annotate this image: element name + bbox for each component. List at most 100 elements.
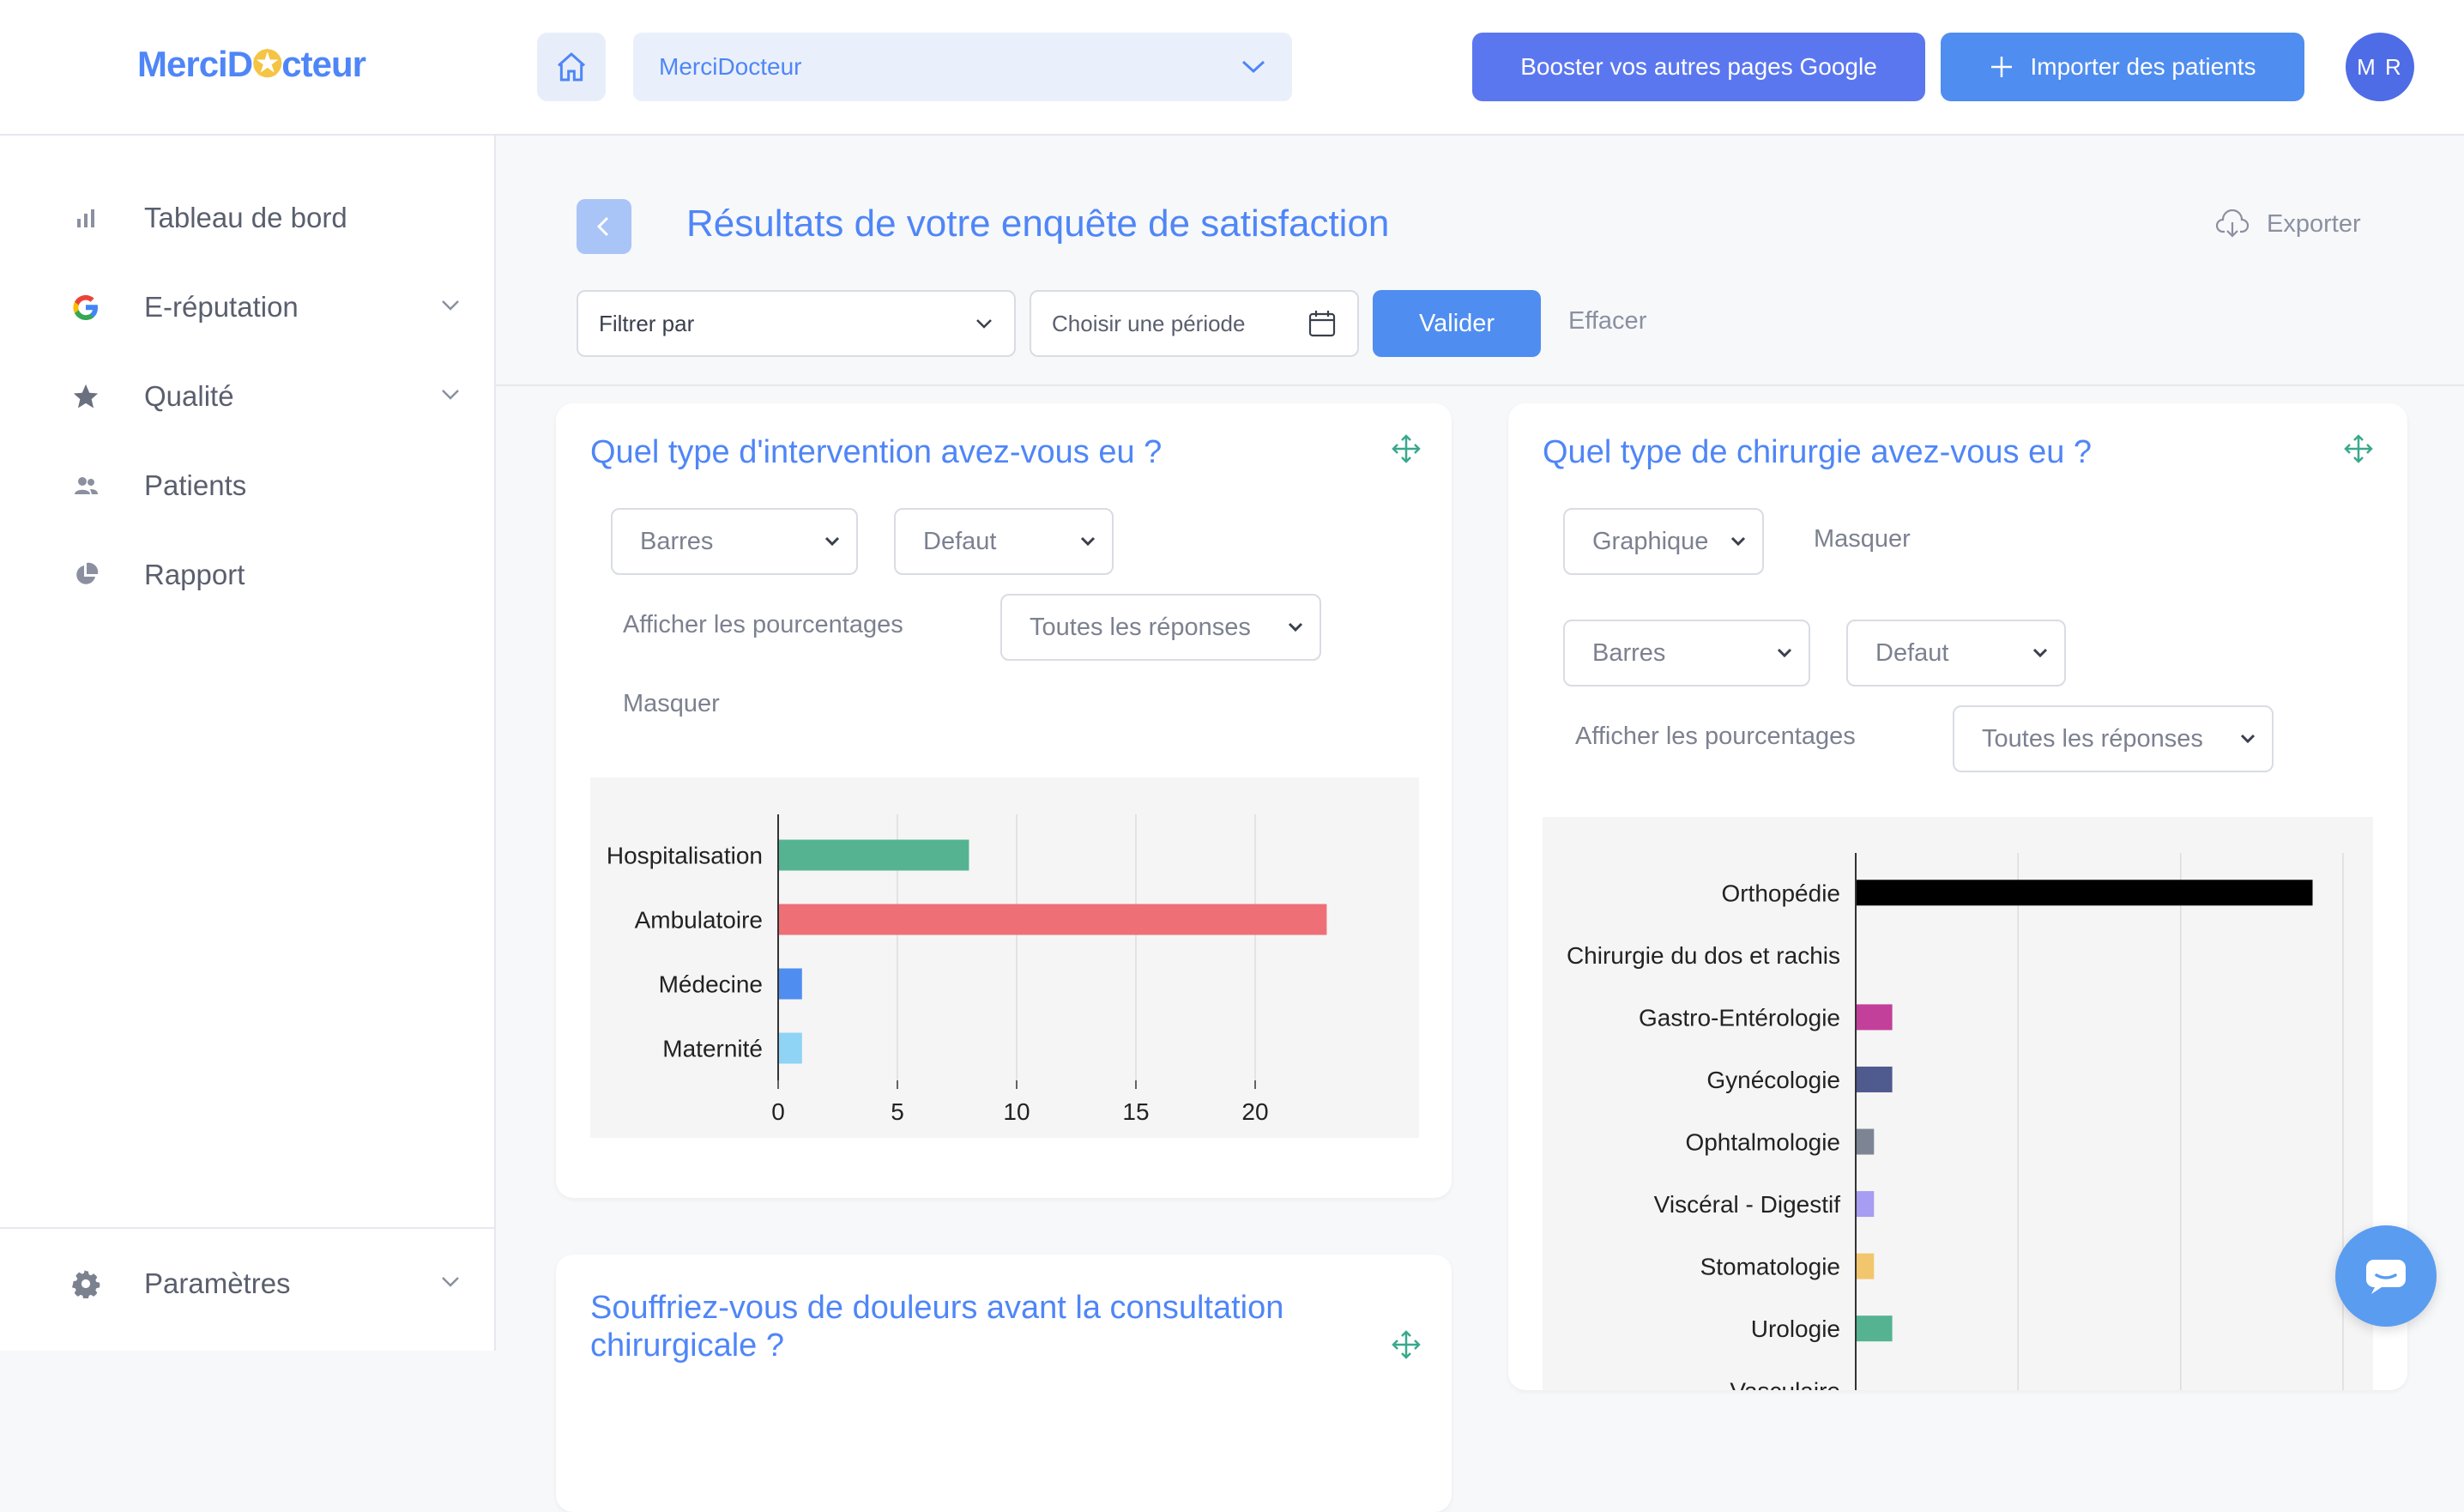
chevron-down-icon	[1777, 648, 1792, 658]
category-label: Chirurgie du dos et rachis	[1567, 942, 1840, 969]
chevron-down-icon	[1288, 622, 1303, 632]
hide-button[interactable]: Masquer	[623, 690, 720, 718]
responses-value: Toutes les réponses	[1030, 613, 1251, 641]
sidebar-divider	[0, 1227, 494, 1229]
plus-icon	[1991, 57, 2013, 77]
chevron-down-icon	[976, 319, 992, 329]
bar	[778, 968, 802, 1000]
chevron-down-icon	[1730, 536, 1746, 547]
category-label: Viscéral - Digestif	[1654, 1191, 1841, 1218]
export-button[interactable]: Exporter	[2215, 209, 2361, 239]
card-title: Quel type de chirurgie avez-vous eu ?	[1543, 434, 2093, 470]
pie-chart-icon	[69, 558, 103, 592]
sidebar-item-label: Paramètres	[144, 1267, 291, 1299]
bar	[1856, 880, 2313, 906]
style-value: Defaut	[1875, 638, 1949, 667]
move-icon[interactable]	[1392, 434, 1421, 463]
site-select[interactable]: MerciDocteur	[633, 33, 1292, 101]
gear-icon	[69, 1267, 103, 1301]
filter-by-value: Filtrer par	[599, 310, 695, 336]
sidebar-item-dashboard[interactable]: Tableau de bord	[69, 192, 463, 244]
tick-label: 10	[1003, 1098, 1030, 1125]
chevron-down-icon	[442, 300, 459, 311]
card-title: Quel type d'intervention avez-vous eu ?	[590, 434, 1163, 470]
intervention-chart: Hospitalisation Ambulatoire Médecine Matern…	[590, 777, 1419, 1138]
style-select[interactable]: Defaut	[1846, 620, 2066, 686]
home-button[interactable]	[537, 33, 606, 101]
category-label: Orthopédie	[1721, 880, 1840, 906]
category-label: Stomatologie	[1700, 1254, 1840, 1280]
sidebar-item-label: Rapport	[144, 559, 245, 590]
avatar[interactable]: M R	[2346, 33, 2414, 101]
category-label: Gynécologie	[1706, 1067, 1840, 1093]
sidebar-item-e-reputation[interactable]: E-réputation	[69, 281, 463, 333]
tick-label: 20	[1241, 1098, 1268, 1125]
sidebar-item-label: Patients	[144, 469, 247, 501]
chevron-down-icon	[442, 390, 459, 400]
tick-label: 15	[1122, 1098, 1149, 1125]
star-icon	[69, 379, 103, 414]
back-button[interactable]	[577, 199, 631, 254]
chevron-down-icon	[1241, 60, 1265, 74]
sidebar-item-report[interactable]: Rapport	[69, 549, 463, 601]
period-placeholder: Choisir une période	[1052, 310, 1246, 336]
card-title: Souffriez-vous de douleurs avant la cons…	[590, 1290, 1284, 1364]
chat-button[interactable]	[2335, 1225, 2437, 1327]
chart-type-value: Barres	[640, 527, 714, 555]
responses-select[interactable]: Toutes les réponses	[1000, 594, 1321, 661]
bar	[778, 904, 1327, 935]
responses-value: Toutes les réponses	[1982, 724, 2203, 753]
calendar-icon	[1308, 311, 1336, 337]
intervention-bar-chart: Hospitalisation Ambulatoire Médecine Matern…	[607, 814, 1327, 1125]
chart-type-select[interactable]: Barres	[611, 508, 858, 575]
category-label: Maternité	[662, 1036, 763, 1062]
move-icon[interactable]	[2344, 434, 2373, 463]
style-select[interactable]: Defaut	[894, 508, 1114, 575]
top-bar: MerciD✪cteur MerciDocteur Booster vos au…	[0, 0, 2464, 136]
sidebar-item-patients[interactable]: Patients	[69, 460, 463, 511]
bar	[778, 1032, 802, 1064]
logo-star-icon: ✪	[252, 44, 282, 84]
sidebar-item-quality[interactable]: Qualité	[69, 371, 463, 422]
chevron-left-icon	[596, 216, 609, 237]
chat-icon	[2366, 1260, 2406, 1294]
cloud-download-icon	[2215, 209, 2250, 238]
import-patients-button[interactable]: Importer des patients	[1941, 33, 2304, 101]
logo-text-end: cteur	[281, 44, 366, 84]
surgery-chart: Orthopédie Chirurgie du dos et rachis Gast…	[1543, 817, 2373, 1422]
sidebar-item-label: Tableau de bord	[144, 202, 347, 233]
display-select[interactable]: Graphique	[1563, 508, 1764, 575]
chevron-down-icon	[2032, 648, 2048, 658]
bar	[1856, 1004, 1893, 1031]
filter-by-select[interactable]: Filtrer par	[577, 290, 1016, 357]
bar	[778, 839, 969, 871]
chevron-down-icon	[2240, 734, 2256, 744]
category-label: Urologie	[1751, 1315, 1840, 1342]
site-select-value: MerciDocteur	[659, 53, 802, 80]
bar	[1856, 1315, 1893, 1342]
tick-label: 0	[771, 1098, 785, 1125]
sidebar: Tableau de bord E-réputation Qualité Pat…	[0, 136, 496, 1351]
category-label: Médecine	[659, 971, 763, 998]
export-label: Exporter	[2267, 209, 2361, 238]
chevron-down-icon	[1080, 536, 1096, 547]
move-icon[interactable]	[1392, 1330, 1421, 1359]
display-value: Graphique	[1592, 527, 1709, 555]
bar	[1856, 1066, 1893, 1092]
sidebar-item-label: Qualité	[144, 380, 234, 412]
boost-google-pages-button[interactable]: Booster vos autres pages Google	[1472, 33, 1925, 101]
tick-label: 5	[891, 1098, 904, 1125]
sidebar-item-settings[interactable]: Paramètres	[69, 1258, 463, 1309]
chart-type-select[interactable]: Barres	[1563, 620, 1810, 686]
period-picker[interactable]: Choisir une période	[1030, 290, 1359, 357]
show-percentages-toggle[interactable]: Afficher les pourcentages	[1575, 723, 1856, 751]
hide-button[interactable]: Masquer	[1814, 525, 1911, 553]
show-percentages-toggle[interactable]: Afficher les pourcentages	[623, 611, 903, 639]
responses-select[interactable]: Toutes les réponses	[1953, 705, 2274, 772]
category-label: Ambulatoire	[635, 907, 763, 934]
category-label: Hospitalisation	[607, 843, 763, 869]
logo[interactable]: MerciD✪cteur	[137, 43, 366, 85]
question-card-surgery: Quel type de chirurgie avez-vous eu ? Gr…	[1508, 403, 2407, 1422]
clear-button[interactable]: Effacer	[1568, 307, 1646, 336]
validate-button[interactable]: Valider	[1373, 290, 1541, 357]
